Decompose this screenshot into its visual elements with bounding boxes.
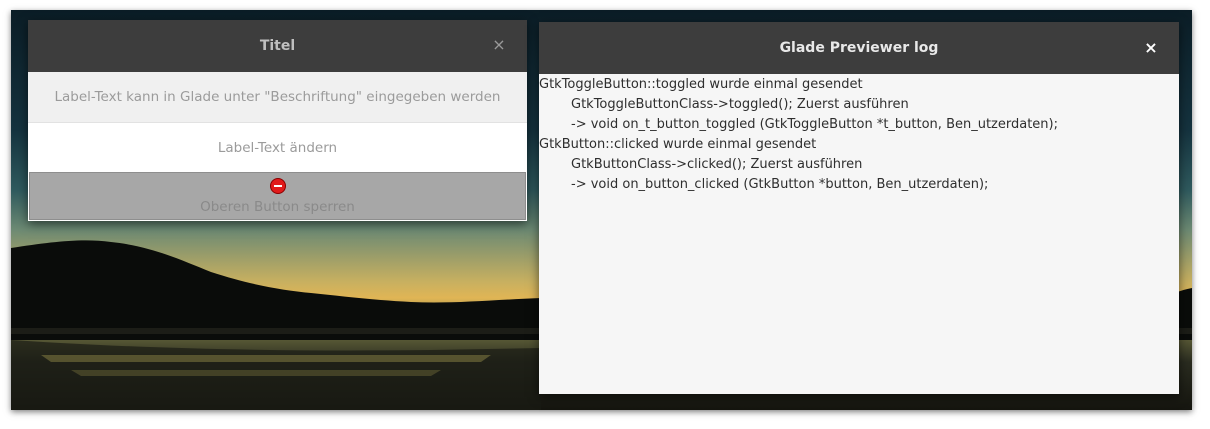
- close-icon[interactable]: ×: [1143, 40, 1159, 56]
- main-window: Titel × Label-Text kann in Glade unter "…: [28, 20, 527, 221]
- label-text: Label-Text kann in Glade unter "Beschrif…: [28, 72, 527, 123]
- log-text-view[interactable]: GtkToggleButton::toggled wurde einmal ge…: [539, 75, 1179, 394]
- main-window-titlebar[interactable]: Titel: [28, 20, 527, 72]
- log-line: GtkToggleButton::toggled wurde einmal ge…: [539, 77, 863, 92]
- log-line: GtkToggleButtonClass->toggled(); Zuerst …: [571, 97, 909, 112]
- log-window-titlebar[interactable]: Glade Previewer log: [539, 22, 1179, 74]
- log-window-title: Glade Previewer log: [779, 40, 939, 56]
- main-window-title: Titel: [259, 38, 296, 54]
- lock-upper-button[interactable]: Oberen Button sperren: [29, 172, 526, 220]
- log-line: GtkButtonClass->clicked(); Zuerst ausfüh…: [571, 157, 863, 172]
- previewer-log-window: Glade Previewer log × GtkToggleButton::t…: [539, 22, 1179, 394]
- log-line: GtkButton::clicked wurde einmal gesendet: [539, 137, 817, 152]
- close-icon[interactable]: ×: [491, 37, 507, 53]
- log-line: -> void on_t_button_toggled (GtkToggleBu…: [571, 117, 1058, 132]
- change-label-button[interactable]: Label-Text ändern: [28, 123, 527, 172]
- stop-icon: [270, 178, 286, 194]
- lock-upper-button-label: Oberen Button sperren: [200, 199, 355, 215]
- log-line: -> void on_button_clicked (GtkButton *bu…: [571, 177, 989, 192]
